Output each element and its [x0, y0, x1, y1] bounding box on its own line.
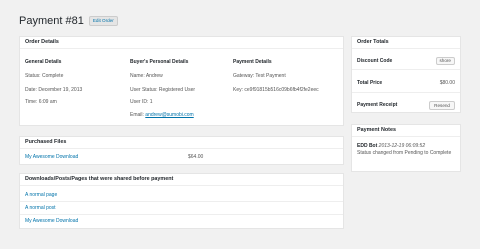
order-details-box: Order Details General Details Status: Co… [19, 36, 344, 126]
payment-gateway: Gateway: Test Payment [233, 73, 286, 79]
shared-item-link[interactable]: My Awesome Download [25, 218, 78, 224]
discount-code-value: shore [435, 57, 455, 65]
purchased-files-box: Purchased Files My Awesome Download $64.… [19, 136, 344, 165]
order-totals-title: Order Totals [352, 37, 460, 49]
edit-order-button[interactable]: Edit Order [88, 16, 118, 26]
general-details-heading: General Details [25, 59, 62, 65]
shared-item-link[interactable]: A normal page [25, 192, 57, 198]
buyer-name: Name: Andrew [130, 73, 163, 79]
order-date: Date: December 19, 2013 [25, 87, 83, 93]
order-totals-box: Order Totals Discount Code shore Total P… [351, 36, 461, 113]
order-time: Time: 6:09 am [25, 99, 57, 105]
buyer-email-label: Email: [130, 112, 144, 118]
page-title: Payment #81 [19, 15, 84, 27]
divider [20, 214, 343, 215]
order-status: Status: Complete [25, 73, 64, 79]
payment-note: EDD Bot 2013-12-19 06:09:52 Status chang… [357, 143, 453, 156]
note-timestamp: 2013-12-19 06:09:52 [378, 143, 426, 149]
shared-items-box: Downloads/Posts/Pages that were shared b… [19, 173, 344, 229]
purchased-file-link[interactable]: My Awesome Download [25, 154, 78, 160]
total-price-value: $80.00 [439, 80, 455, 86]
total-price-label: Total Price [357, 80, 383, 86]
buyer-user-status: User Status: Registered User [130, 87, 196, 93]
divider [20, 201, 343, 202]
buyer-details-heading: Buyer's Personal Details [130, 59, 189, 65]
buyer-user-id: User ID: 1 [130, 99, 153, 105]
buyer-email-row: Email: andrew@sumobi.com [130, 112, 194, 118]
discount-code-label: Discount Code [357, 58, 393, 64]
shared-items-title: Downloads/Posts/Pages that were shared b… [20, 174, 343, 186]
payment-notes-box: Payment Notes EDD Bot 2013-12-19 06:09:5… [351, 124, 461, 172]
divider [352, 92, 460, 93]
order-details-title: Order Details [20, 37, 343, 49]
page-header: Payment #81 Edit Order [19, 15, 118, 27]
purchased-file-price: $64.00 [188, 154, 204, 160]
payment-details-heading: Payment Details [233, 59, 272, 65]
resend-receipt-button[interactable]: Resend [429, 101, 455, 110]
purchased-files-title: Purchased Files [20, 137, 343, 149]
payment-receipt-label: Payment Receipt [357, 102, 398, 108]
shared-item-link[interactable]: A normal post [25, 205, 56, 211]
payment-notes-title: Payment Notes [352, 125, 460, 137]
note-message: Status changed from Pending to Complete [357, 149, 452, 156]
divider [352, 69, 460, 70]
buyer-email-link[interactable]: andrew@sumobi.com [145, 112, 193, 118]
payment-key: Key: ce9f91815b516c09b6fb4f2fe2eec [233, 87, 319, 93]
note-author: EDD Bot [357, 143, 378, 149]
